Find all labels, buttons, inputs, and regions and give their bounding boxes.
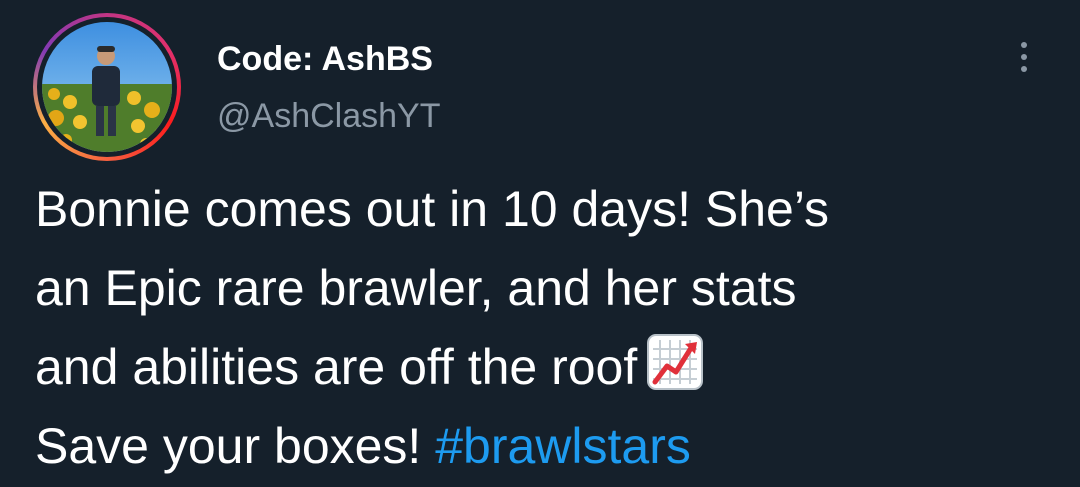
more-dot-icon: [1021, 54, 1027, 60]
tweet-card: Code: AshBS @AshClashYT Bonnie comes out…: [0, 0, 1080, 487]
avatar[interactable]: [42, 22, 172, 152]
tweet-text-line-last: Save your boxes! #brawlstars: [35, 407, 1065, 486]
more-dot-icon: [1021, 42, 1027, 48]
avatar-frame: [37, 17, 177, 157]
tweet-text-fragment: and abilities are off the roof: [35, 339, 638, 395]
tweet-text-fragment: Save your boxes!: [35, 418, 436, 474]
more-dot-icon: [1021, 66, 1027, 72]
display-name[interactable]: Code: AshBS: [217, 38, 433, 80]
more-options-button[interactable]: [1003, 36, 1045, 78]
tweet-text: Bonnie comes out in 10 days! She’s an Ep…: [35, 170, 1065, 486]
hashtag-link[interactable]: #brawlstars: [435, 418, 691, 474]
tweet-text-line: Bonnie comes out in 10 days! She’s: [35, 181, 830, 237]
tweet-text-line-with-emoji: and abilities are off the roof: [35, 328, 1065, 407]
tweet-text-line: an Epic rare brawler, and her stats: [35, 260, 797, 316]
avatar-story-ring[interactable]: [33, 13, 181, 161]
user-handle[interactable]: @AshClashYT: [217, 95, 440, 137]
chart-increasing-icon: [647, 334, 704, 390]
